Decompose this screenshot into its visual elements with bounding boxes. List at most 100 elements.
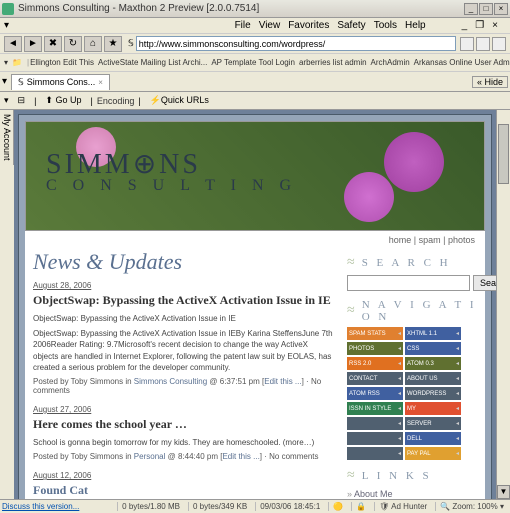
back-button[interactable]: ◄ — [4, 36, 22, 52]
scrollbar-thumb[interactable] — [498, 124, 509, 184]
post-date[interactable]: August 12, 2006 — [33, 471, 335, 480]
site-header-image: SIMM⊕NS C O N S U L T I N G — [25, 121, 485, 231]
nav-badge[interactable]: SPAM STATS◂ — [347, 327, 403, 340]
tab-dropdown-icon[interactable]: ▾ — [2, 76, 7, 87]
browser-tab[interactable]: 𝕊 Simmons Cons... × — [11, 74, 110, 90]
nav-badge[interactable]: ATOM 0.3◂ — [405, 357, 461, 370]
nav-badge[interactable]: ABOUT US◂ — [405, 372, 461, 385]
status-adhunter[interactable]: 🛡 Ad Hunter — [374, 502, 431, 511]
url-icon: 𝕊 — [128, 38, 134, 49]
vertical-scrollbar[interactable]: ▼ — [496, 110, 510, 499]
forward-button[interactable]: ► — [24, 36, 42, 52]
post-title[interactable]: Here comes the school year … — [33, 417, 335, 432]
edit-link[interactable]: Edit this ... — [264, 377, 301, 386]
post-date[interactable]: August 27, 2006 — [33, 405, 335, 414]
post-title[interactable]: Found Cat — [33, 483, 335, 498]
address-bar[interactable] — [136, 36, 456, 51]
reload-button[interactable]: ↻ — [64, 36, 82, 52]
nav-badge[interactable]: WORDPRESS◂ — [405, 387, 461, 400]
search-input[interactable] — [347, 275, 470, 291]
nav-home[interactable]: home — [389, 235, 412, 245]
menu-min-icon[interactable]: _ — [462, 20, 468, 31]
menu-tools[interactable]: Tools — [374, 20, 397, 31]
sidebar-heading-search: S E A R C H — [347, 255, 477, 271]
post: August 28, 2006 ObjectSwap: Bypassing th… — [33, 281, 335, 395]
top-nav: home | spam | photos — [25, 231, 485, 249]
post-excerpt: ObjectSwap: Bypassing the ActiveX Activa… — [33, 313, 335, 324]
menu-restore-icon[interactable]: ❐ — [475, 20, 484, 31]
menu-close-icon[interactable]: × — [492, 20, 498, 31]
nav-badge[interactable]: DELL◂ — [405, 432, 461, 445]
fav-link[interactable]: AP Template Tool Login — [211, 58, 295, 67]
scroll-down-button[interactable]: ▼ — [497, 485, 510, 499]
sidebar-heading-links: L I N K S — [347, 468, 477, 484]
goup-button[interactable]: ⬆ Go Up — [40, 93, 86, 108]
nav-badge[interactable]: MY◂ — [405, 402, 461, 415]
nav-photos[interactable]: photos — [448, 235, 475, 245]
nav-badge[interactable]: PAY PAL◂ — [405, 447, 461, 460]
encoding-label[interactable]: Encoding — [97, 96, 135, 106]
stop-button[interactable]: ✖ — [44, 36, 62, 52]
nav-badge[interactable]: ATOM RSS◂ — [347, 387, 403, 400]
nav-badge[interactable]: XHTML 1.1◂ — [405, 327, 461, 340]
post-category-link[interactable]: Personal — [134, 452, 166, 461]
menu-file[interactable]: File — [235, 20, 251, 31]
status-lock-icon: 🔒 — [351, 502, 370, 511]
search-button[interactable]: Search — [473, 275, 496, 291]
dropdown-icon[interactable]: ▾ — [4, 20, 9, 31]
post: August 27, 2006 Here comes the school ye… — [33, 405, 335, 461]
sub-dropdown-icon[interactable]: ▾ — [4, 95, 9, 106]
fav-link[interactable]: ArchAdmin — [371, 58, 410, 67]
nav-badge[interactable]: CONTACT◂ — [347, 372, 403, 385]
home-button[interactable]: ⌂ — [84, 36, 102, 52]
toolbar-extra-1[interactable] — [476, 37, 490, 51]
site-logo-line1: SIMM⊕NS — [46, 147, 297, 181]
minimize-button[interactable]: _ — [464, 3, 478, 15]
fav-link[interactable]: arberries list admin — [299, 58, 367, 67]
nav-badge[interactable]: ◂ — [347, 447, 403, 460]
tab-label: Simmons Cons... — [27, 77, 96, 87]
sub-collapse-icon[interactable]: ⊟ — [13, 93, 31, 108]
nav-badge[interactable]: CSS◂ — [405, 342, 461, 355]
close-button[interactable]: × — [494, 3, 508, 15]
window-title: Simmons Consulting - Maxthon 2 Preview [… — [18, 3, 464, 14]
fav-link[interactable]: Arkansas Online User Admin — [414, 58, 510, 67]
hide-button[interactable]: « Hide — [472, 76, 508, 88]
post-category-link[interactable]: Simmons Consulting — [134, 377, 207, 386]
edit-link[interactable]: Edit this ... — [222, 452, 259, 461]
menu-help[interactable]: Help — [405, 20, 426, 31]
post-body: ObjectSwap: Bypassing the ActiveX Activa… — [33, 328, 335, 373]
nav-spam[interactable]: spam — [419, 235, 441, 245]
favorites-button[interactable]: ★ — [104, 36, 122, 52]
nav-badge[interactable]: PHOTOS◂ — [347, 342, 403, 355]
page-heading: News & Updates — [33, 249, 335, 275]
menu-view[interactable]: View — [259, 20, 281, 31]
site-logo-line2: C O N S U L T I N G — [46, 177, 297, 195]
nav-badge[interactable]: ◂ — [347, 432, 403, 445]
fav-link[interactable]: ActiveState Mailing List Archi... — [98, 58, 207, 67]
nav-badge[interactable]: SERVER◂ — [405, 417, 461, 430]
go-button[interactable] — [460, 37, 474, 51]
quickurls-button[interactable]: ⚡Quick URLs — [145, 93, 214, 108]
app-icon — [2, 3, 14, 15]
post-title[interactable]: ObjectSwap: Bypassing the ActiveX Activa… — [33, 293, 335, 308]
sidebar-tab-myaccount[interactable]: My Account — [0, 110, 14, 165]
nav-badge[interactable]: RSS 2.0◂ — [347, 357, 403, 370]
nav-badge[interactable]: ◂ — [347, 417, 403, 430]
tab-close-icon[interactable]: × — [98, 78, 103, 87]
menu-safety[interactable]: Safety — [337, 20, 365, 31]
toolbar-extra-2[interactable] — [492, 37, 506, 51]
fav-folder-icon[interactable]: 📁 — [12, 58, 22, 67]
menu-favorites[interactable]: Favorites — [288, 20, 329, 31]
status-zoom[interactable]: 🔍 Zoom: 100% ▾ — [435, 502, 508, 511]
discuss-link[interactable]: Discuss this version... — [2, 502, 79, 511]
sidebar-link[interactable]: About Me — [347, 488, 477, 499]
maximize-button[interactable]: □ — [479, 3, 493, 15]
page-viewport: SIMM⊕NS C O N S U L T I N G home | spam … — [14, 110, 496, 499]
status-indicator-icon: 🟡 — [328, 502, 347, 511]
fav-link[interactable]: Ellington Edit This — [30, 58, 94, 67]
tab-favicon: 𝕊 — [18, 77, 24, 88]
nav-badge[interactable]: ISSN IN STYLE◂ — [347, 402, 403, 415]
post-date[interactable]: August 28, 2006 — [33, 281, 335, 290]
fav-dropdown-icon[interactable]: ▾ — [4, 58, 8, 67]
